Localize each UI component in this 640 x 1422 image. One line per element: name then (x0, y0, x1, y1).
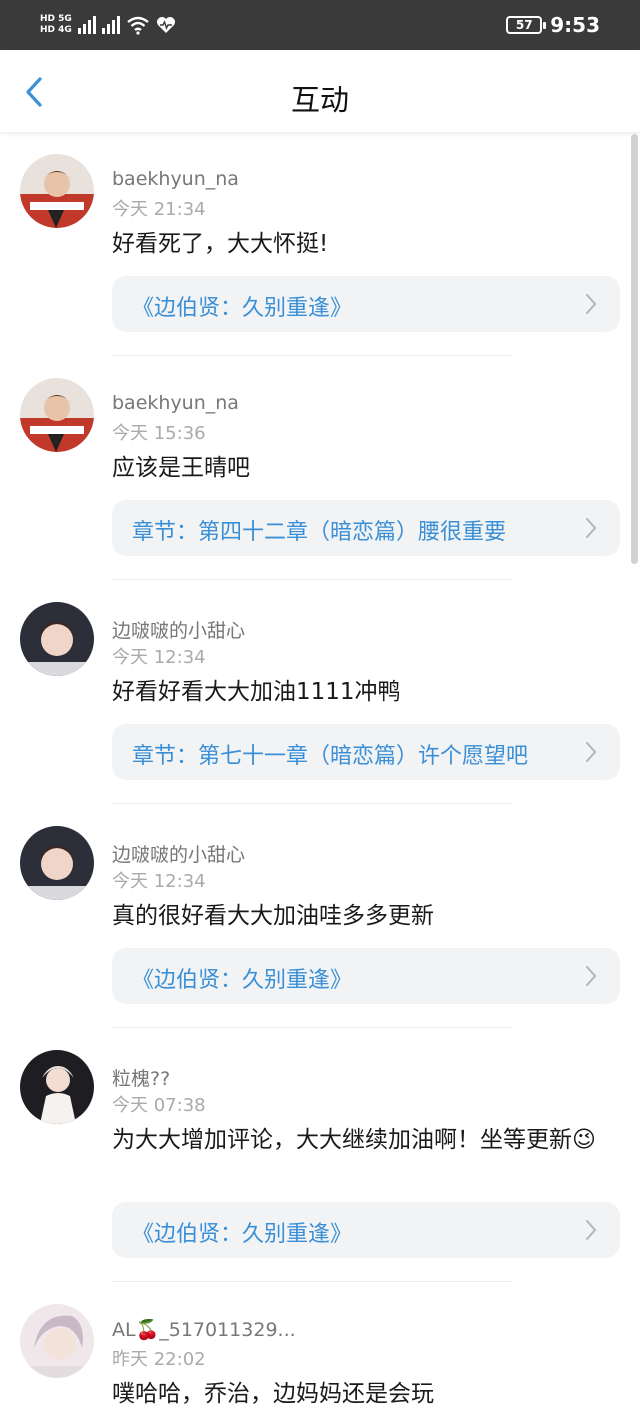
comment-text: 应该是王晴吧 (112, 455, 250, 481)
reference-title: 《边伯贤：久别重逢》 (132, 968, 353, 993)
divider (112, 803, 512, 804)
divider (112, 1027, 512, 1028)
avatar[interactable] (20, 378, 94, 452)
chevron-right-icon (586, 742, 597, 762)
reference-title: 章节：第七十一章（暗恋篇）许个愿望吧 (132, 744, 529, 769)
comment-time: 昨天 22:02 (112, 1349, 206, 1370)
chevron-right-icon (586, 1220, 597, 1240)
reference-link[interactable]: 章节：第四十二章（暗恋篇）腰很重要 (112, 500, 620, 556)
avatar[interactable] (20, 1050, 94, 1124)
chevron-right-icon (586, 518, 597, 538)
comment-username[interactable]: baekhyun_na (112, 168, 239, 190)
signal-icon (77, 16, 96, 34)
reference-title: 《边伯贤：久别重逢》 (132, 296, 353, 321)
status-icons-right: 57 9:53 (506, 12, 600, 38)
reference-title: 《边伯贤：久别重逢》 (132, 1222, 353, 1247)
clock: 9:53 (550, 13, 600, 37)
comment-username[interactable]: 边啵啵的小甜心 (112, 840, 245, 867)
comment-text: 好看死了，大大怀挺! (112, 231, 329, 257)
reference-link[interactable]: 《边伯贤：久别重逢》 (112, 948, 620, 1004)
reference-title: 章节：第四十二章（暗恋篇）腰很重要 (132, 520, 507, 545)
divider (112, 579, 512, 580)
chevron-right-icon (586, 966, 597, 986)
comment-username[interactable]: 边啵啵的小甜心 (112, 616, 245, 643)
status-bar: HD 5G HD 4G 57 9:53 (0, 0, 640, 50)
comment-time: 今天 12:34 (112, 871, 206, 892)
status-icons-left: HD 5G HD 4G (40, 12, 176, 38)
comment-text: 好看好看大大加油1111冲鸭 (112, 679, 401, 705)
comment-time: 今天 15:36 (112, 423, 206, 444)
comment-username[interactable]: 粒槐?? (112, 1064, 170, 1091)
divider (112, 1281, 512, 1282)
comment-username[interactable]: baekhyun_na (112, 392, 239, 414)
divider (112, 355, 512, 356)
nav-header: 互动 (0, 50, 640, 133)
avatar[interactable] (20, 1304, 94, 1378)
comment-time: 今天 07:38 (112, 1095, 206, 1116)
avatar[interactable] (20, 602, 94, 676)
page-title: 互动 (290, 83, 349, 117)
wifi-icon (127, 16, 149, 35)
network-primary: HD 5G (40, 14, 72, 24)
comment-time: 今天 12:34 (112, 647, 206, 668)
heart-health-icon (156, 17, 175, 33)
comment-username[interactable]: AL🍒_517011329... (112, 1318, 296, 1341)
reference-link[interactable]: 《边伯贤：久别重逢》 (112, 276, 620, 332)
interaction-list[interactable]: baekhyun_na 今天 21:34 好看死了，大大怀挺! 《边伯贤：久别重… (0, 132, 640, 1422)
comment-text: 真的很好看大大加油哇多多更新 (112, 903, 434, 929)
network-indicator: HD 5G HD 4G (40, 15, 72, 35)
comment-text: 噗哈哈，乔治，边妈妈还是会玩 (112, 1381, 434, 1407)
chevron-right-icon (586, 294, 597, 314)
scrollbar[interactable] (631, 134, 638, 564)
comment-time: 今天 21:34 (112, 199, 206, 220)
reference-link[interactable]: 《边伯贤：久别重逢》 (112, 1202, 620, 1258)
avatar[interactable] (20, 826, 94, 900)
signal-icon-2 (101, 16, 120, 34)
reference-link[interactable]: 章节：第七十一章（暗恋篇）许个愿望吧 (112, 724, 620, 780)
avatar[interactable] (20, 154, 94, 228)
network-secondary: HD 4G (40, 25, 72, 35)
comment-text: 为大大增加评论，大大继续加油啊！坐等更新😉 (112, 1127, 596, 1153)
battery-icon: 57 (506, 16, 547, 34)
